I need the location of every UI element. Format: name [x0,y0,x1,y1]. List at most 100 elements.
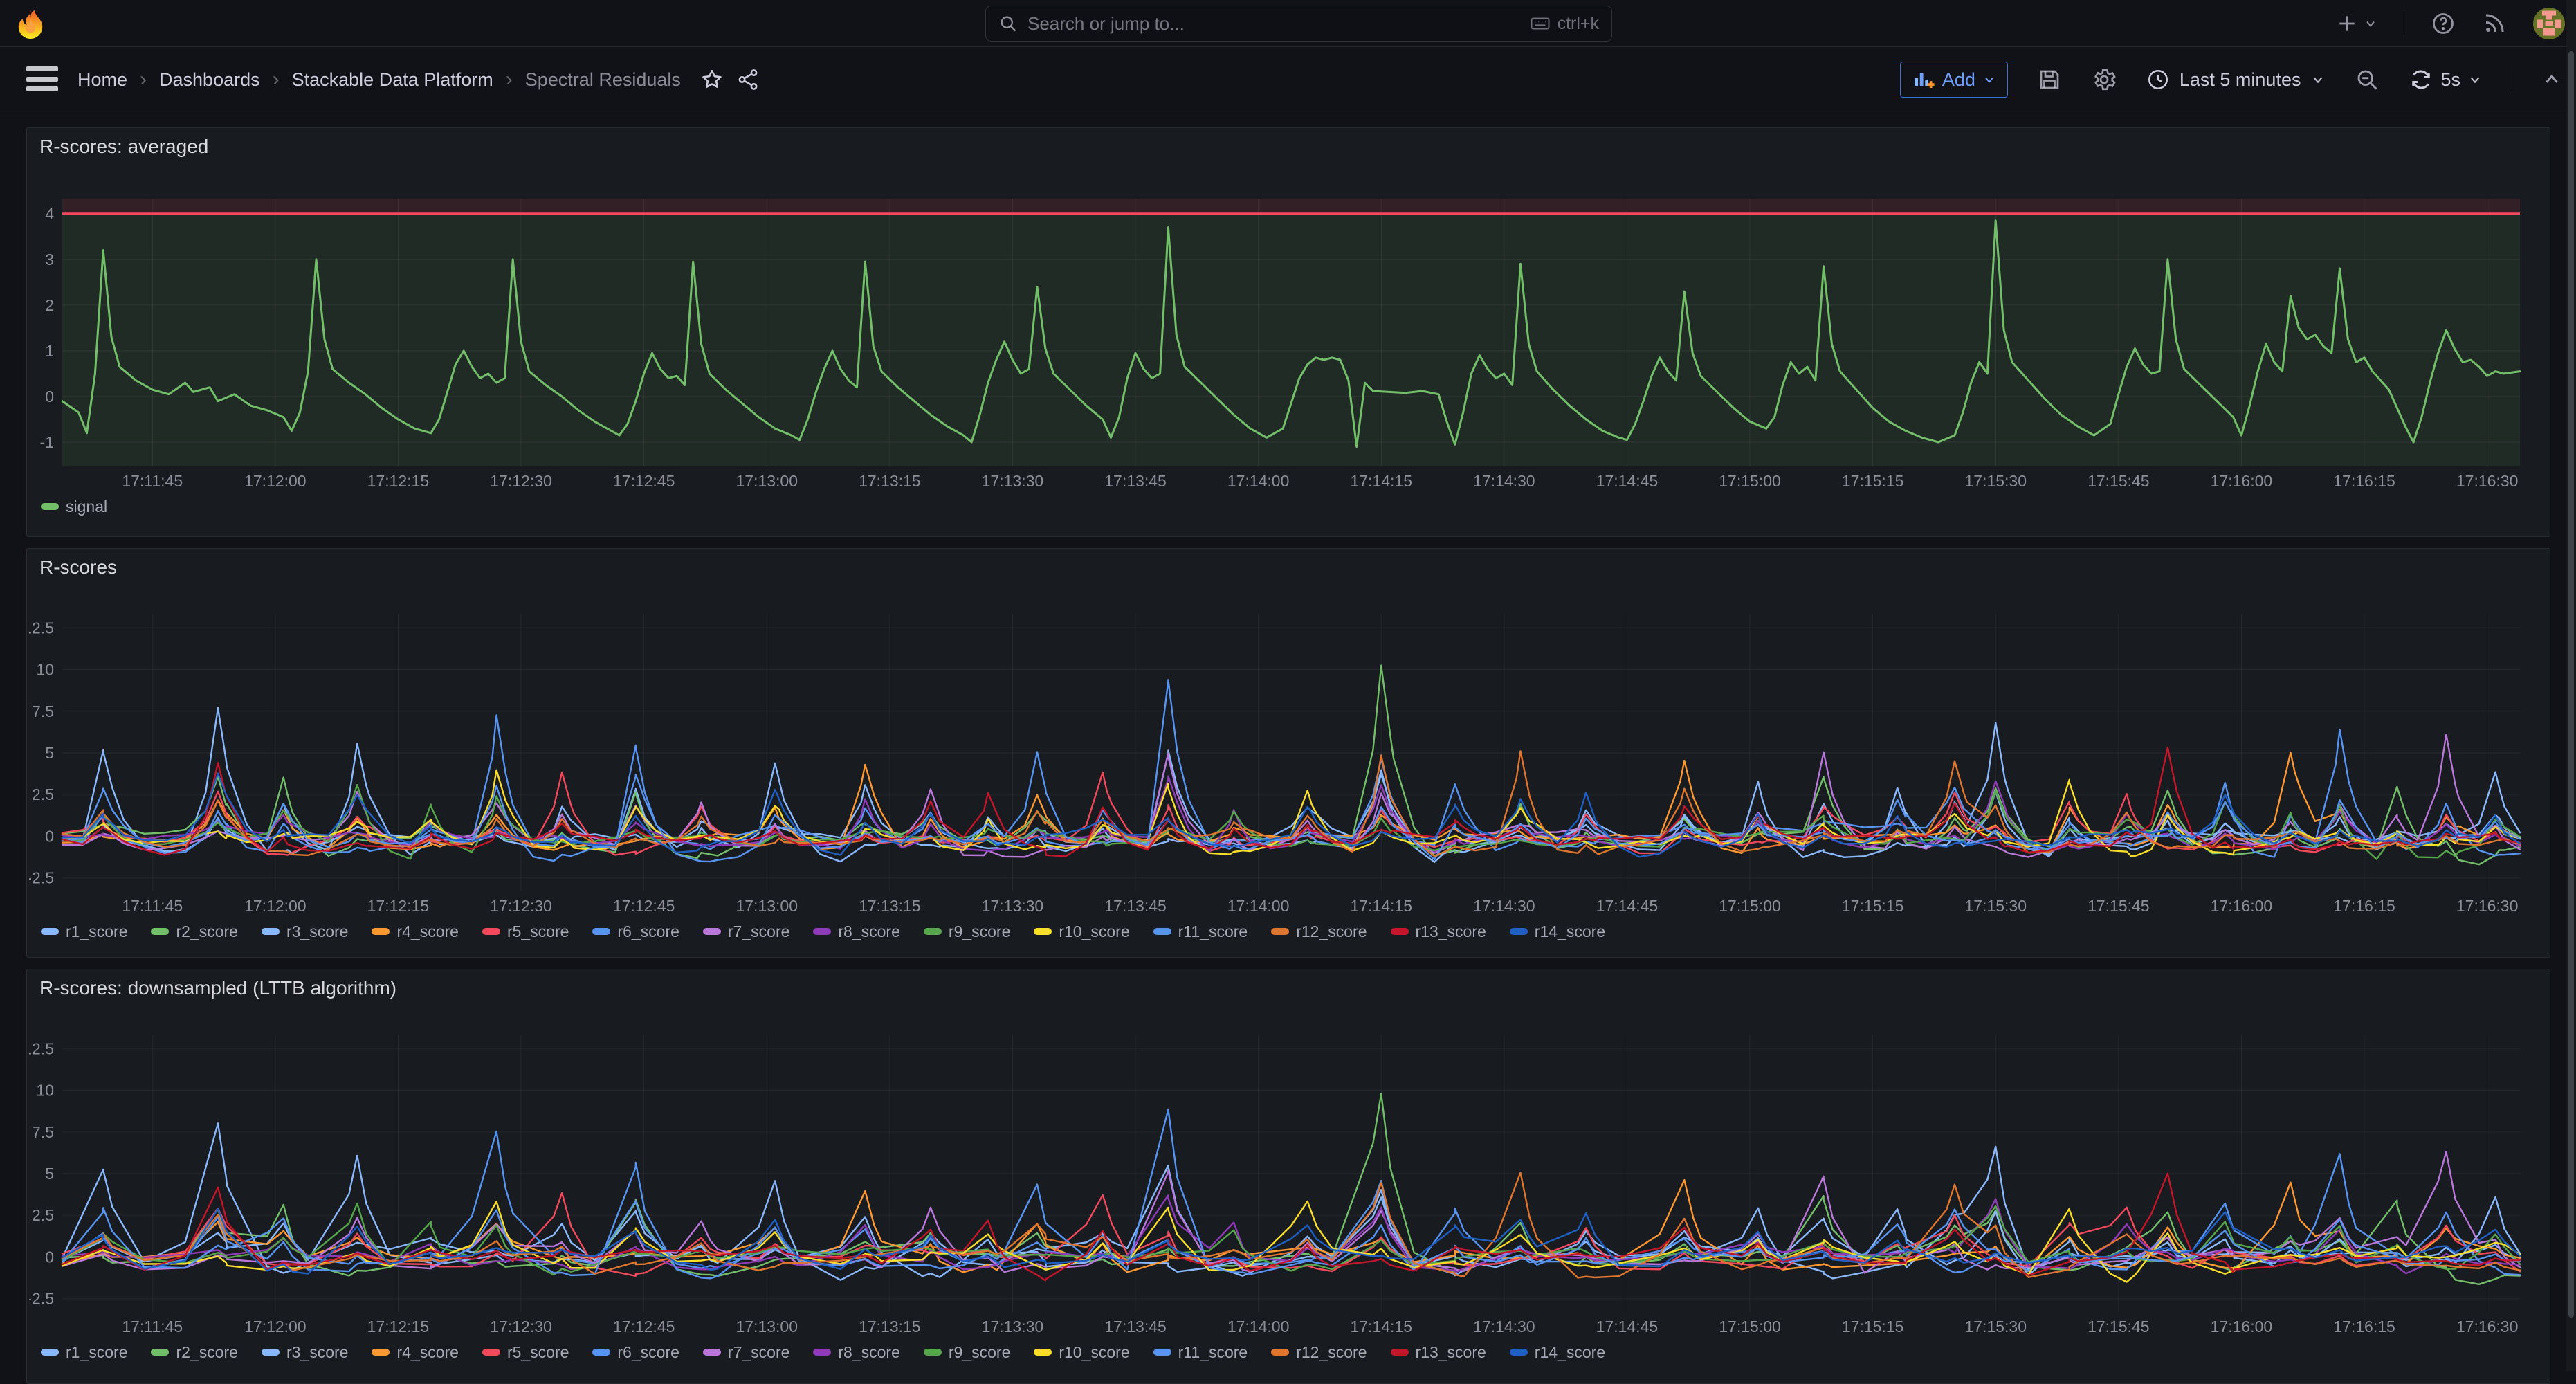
svg-text:5: 5 [45,1165,54,1183]
breadcrumb-dashboards[interactable]: Dashboards [159,69,260,91]
svg-text:2: 2 [45,296,54,314]
chevron-down-icon [1982,73,1996,86]
legend-label: r12_score [1296,1343,1367,1362]
svg-text:17:15:15: 17:15:15 [1842,472,1904,490]
legend-item[interactable]: r13_score [1391,1343,1486,1362]
breadcrumb-home[interactable]: Home [77,69,127,91]
legend-item[interactable]: r6_score [592,1343,679,1362]
dashboard-grid: R-scores: averaged 43210-117:11:4517:12:… [0,112,2576,1371]
legend-item[interactable]: r14_score [1510,1343,1605,1362]
legend-item[interactable]: r5_score [482,1343,569,1362]
svg-text:17:16:00: 17:16:00 [2211,1318,2273,1336]
legend-label: r6_score [617,1343,679,1362]
svg-text:17:13:45: 17:13:45 [1104,472,1167,490]
legend-item[interactable]: r1_score [41,922,127,941]
legend-item[interactable]: r12_score [1271,1343,1367,1362]
svg-text:12.5: 12.5 [29,619,54,637]
svg-text:0: 0 [45,827,54,845]
svg-text:17:12:30: 17:12:30 [490,1318,552,1336]
menu-toggle-button[interactable] [26,66,58,91]
svg-text:17:13:15: 17:13:15 [859,472,921,490]
legend-item[interactable]: r6_score [592,922,679,941]
share-icon[interactable] [736,68,760,91]
legend-swatch [262,928,280,935]
legend-item[interactable]: r7_score [703,1343,789,1362]
collapse-chevron-up-icon[interactable] [2541,69,2562,90]
legend-swatch [1271,1349,1289,1356]
legend-item[interactable]: r4_score [372,1343,458,1362]
legend-item[interactable]: r11_score [1153,1343,1248,1362]
svg-text:17:15:00: 17:15:00 [1719,472,1781,490]
legend-label: r10_score [1059,922,1129,941]
legend-item[interactable]: r7_score [703,922,789,941]
svg-text:17:16:15: 17:16:15 [2333,472,2395,490]
svg-text:17:13:00: 17:13:00 [736,1318,798,1336]
legend-label: r13_score [1416,1343,1486,1362]
legend-swatch [1510,928,1528,935]
svg-text:17:13:30: 17:13:30 [982,897,1044,915]
svg-text:17:13:45: 17:13:45 [1104,897,1167,915]
settings-gear-icon[interactable] [2091,66,2117,93]
legend-item[interactable]: r11_score [1153,922,1248,941]
refresh-picker[interactable]: 5s [2409,67,2483,92]
legend-swatch [924,1349,942,1356]
save-dashboard-icon[interactable] [2037,67,2062,92]
legend-item[interactable]: r1_score [41,1343,127,1362]
svg-text:17:13:00: 17:13:00 [736,472,798,490]
new-button[interactable] [2336,12,2377,35]
time-series-chart[interactable]: 12.5107.552.50-2.517:11:4517:12:0017:12:… [29,1004,2548,1337]
svg-text:10: 10 [36,1082,54,1100]
legend-item[interactable]: r5_score [482,922,569,941]
legend-label: r12_score [1296,922,1367,941]
svg-text:17:16:15: 17:16:15 [2333,1318,2395,1336]
svg-text:17:14:15: 17:14:15 [1350,472,1412,490]
page-scrollbar[interactable] [2566,0,2576,1371]
legend-item[interactable]: r12_score [1271,922,1367,941]
panel-title[interactable]: R-scores [27,549,2550,583]
zoom-out-icon[interactable] [2355,67,2379,92]
breadcrumb-folder[interactable]: Stackable Data Platform [292,69,493,91]
time-range-picker[interactable]: Last 5 minutes [2146,68,2326,91]
keyboard-icon [1530,13,1551,34]
add-button[interactable]: Add [1900,62,2008,98]
legend-swatch [1391,1349,1409,1356]
legend-swatch [592,928,610,935]
legend-item[interactable]: r14_score [1510,922,1605,941]
search-input[interactable]: Search or jump to... ctrl+k [985,6,1612,42]
svg-text:17:12:45: 17:12:45 [613,1318,675,1336]
svg-text:17:12:00: 17:12:00 [244,897,307,915]
legend-label: r5_score [507,1343,569,1362]
news-rss-icon[interactable] [2482,11,2507,36]
panel-title[interactable]: R-scores: averaged [27,128,2550,163]
legend-item[interactable]: r13_score [1391,922,1486,941]
legend-item[interactable]: r2_score [151,922,237,941]
svg-text:0: 0 [45,1248,54,1266]
time-series-chart[interactable]: 43210-117:11:4517:12:0017:12:1517:12:301… [29,163,2548,491]
scrollbar-thumb[interactable] [2568,51,2574,1318]
legend-item[interactable]: r2_score [151,1343,237,1362]
legend-item[interactable]: r10_score [1034,922,1129,941]
legend-item[interactable]: r9_score [924,1343,1010,1362]
grafana-logo-icon[interactable] [15,8,46,39]
chevron-down-icon [2310,72,2326,87]
svg-text:17:15:30: 17:15:30 [1964,1318,2027,1336]
legend-item[interactable]: r9_score [924,922,1010,941]
legend-item[interactable]: r4_score [372,922,458,941]
dashboard-toolbar: Home › Dashboards › Stackable Data Platf… [0,48,2576,111]
user-avatar[interactable] [2533,8,2565,39]
legend-swatch [372,928,390,935]
legend-swatch [151,928,169,935]
svg-text:7.5: 7.5 [32,1123,54,1141]
panel-title[interactable]: R-scores: downsampled (LTTB algorithm) [27,969,2550,1004]
legend-swatch [592,1349,610,1356]
help-icon[interactable] [2431,11,2456,36]
favorite-star-icon[interactable] [700,68,724,91]
legend-item[interactable]: r8_score [813,922,899,941]
legend-item[interactable]: r8_score [813,1343,899,1362]
time-series-chart[interactable]: 12.5107.552.50-2.517:11:4517:12:0017:12:… [29,583,2548,916]
legend-item[interactable]: r3_score [262,1343,348,1362]
legend-item[interactable]: r10_score [1034,1343,1129,1362]
legend-item[interactable]: r3_score [262,922,348,941]
legend-item[interactable]: signal [41,498,107,516]
refresh-icon[interactable] [2409,67,2433,92]
